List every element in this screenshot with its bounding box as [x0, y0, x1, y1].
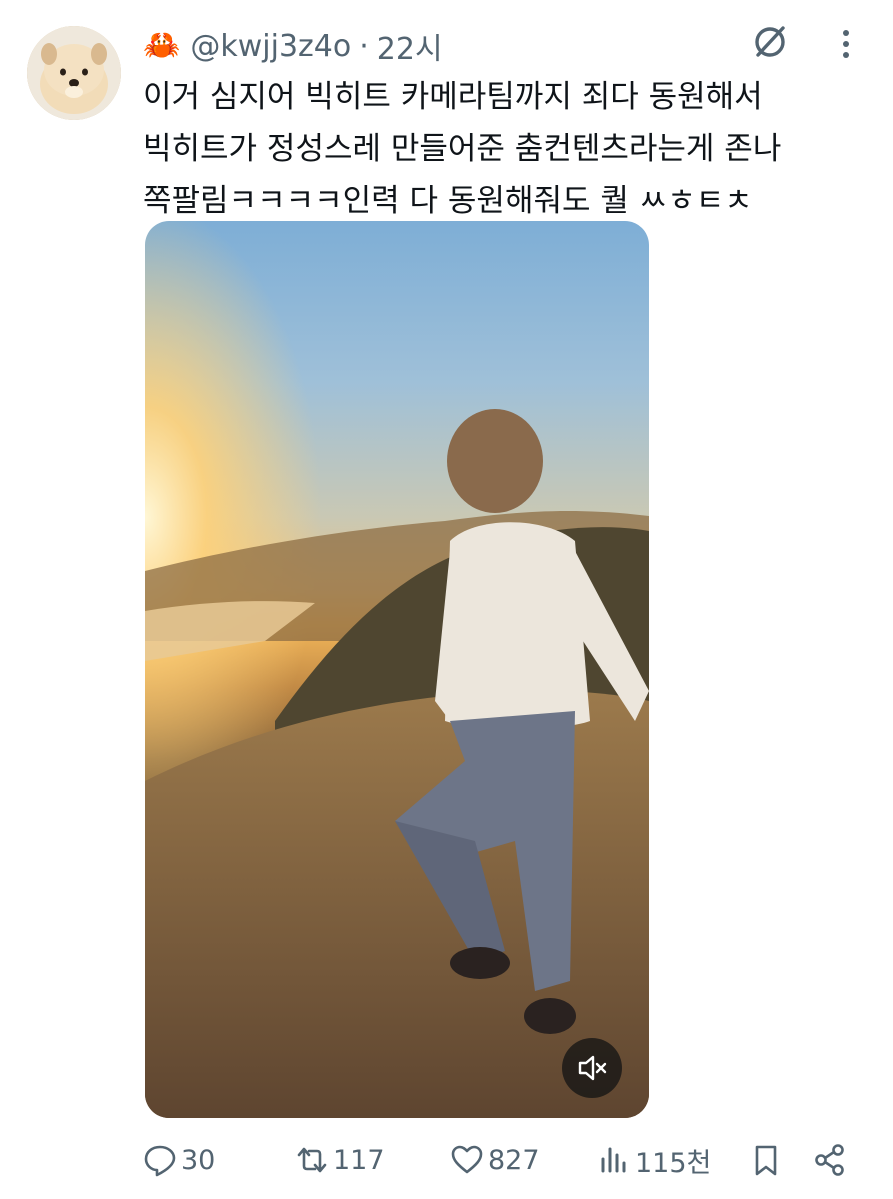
volume-muted-icon: [578, 1055, 607, 1081]
reply-button[interactable]: 30: [143, 1138, 215, 1182]
tweet-time[interactable]: 22시: [377, 24, 443, 68]
bookmark-button[interactable]: [749, 1138, 787, 1182]
action-bar: 30 117 827 115천: [143, 1138, 863, 1182]
separator-dot: ·: [359, 28, 369, 64]
like-button[interactable]: 827: [450, 1138, 540, 1182]
bookmark-icon: [755, 1145, 777, 1176]
mute-button[interactable]: [562, 1038, 622, 1098]
tweet-header: 🦀 @kwjj3z4o · 22시: [143, 24, 443, 68]
tweet-video[interactable]: [145, 221, 649, 1118]
avatar[interactable]: [27, 26, 121, 120]
retweet-icon: [297, 1147, 327, 1173]
like-count: 827: [488, 1144, 540, 1176]
user-handle[interactable]: @kwjj3z4o: [190, 29, 351, 64]
reply-count: 30: [181, 1144, 216, 1176]
share-button[interactable]: [813, 1138, 851, 1182]
reply-icon: [144, 1145, 176, 1177]
share-icon: [815, 1144, 844, 1176]
tweet-text: 이거 심지어 빅히트 카메라팀까지 죄다 동원해서 빅히트가 정성스레 만들어준…: [143, 79, 782, 219]
views-icon: [601, 1147, 626, 1173]
crab-emoji: 🦀: [143, 28, 181, 63]
heart-icon: [451, 1145, 483, 1174]
views-button[interactable]: 115천: [597, 1138, 711, 1182]
retweet-count: 117: [333, 1144, 385, 1176]
retweet-button[interactable]: 117: [295, 1138, 385, 1182]
more-icon[interactable]: [828, 22, 864, 66]
views-count: 115천: [635, 1147, 712, 1179]
grok-icon[interactable]: [748, 20, 792, 64]
